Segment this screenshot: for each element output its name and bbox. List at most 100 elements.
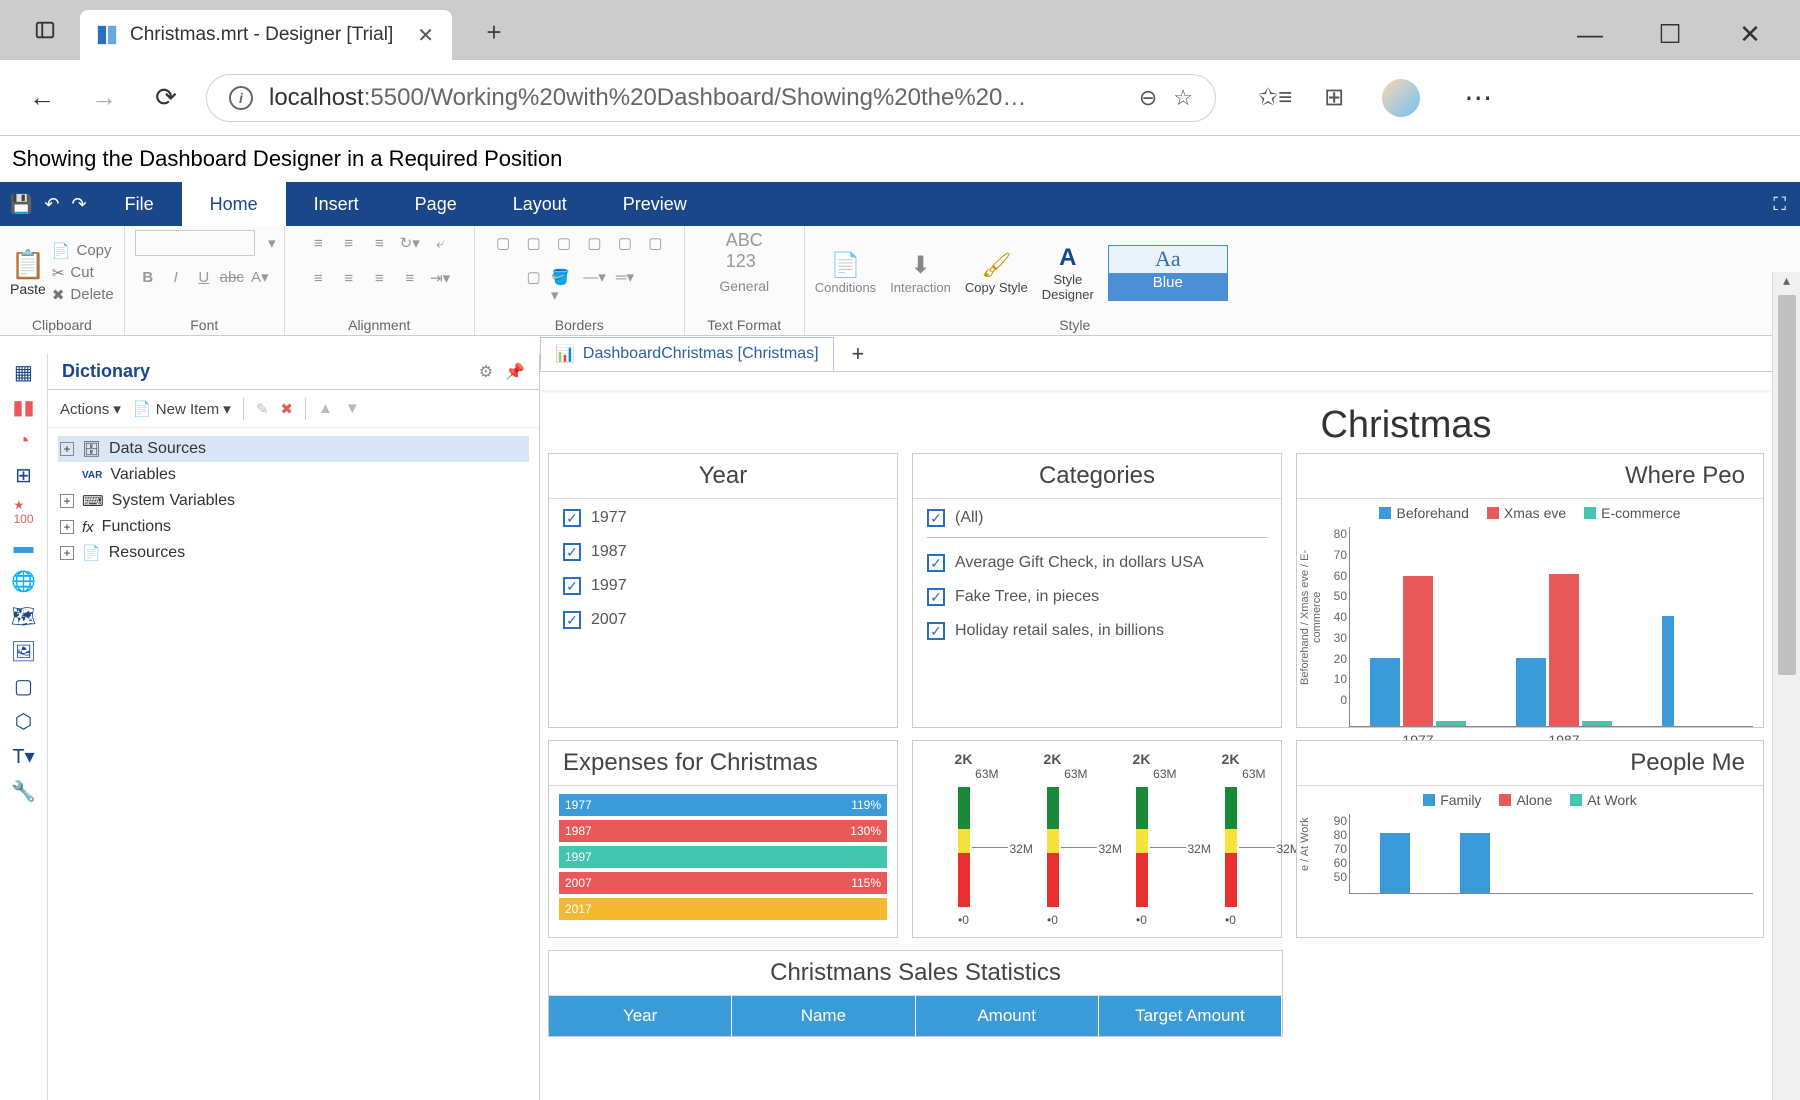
indicator-tool-icon[interactable]: ★100 (13, 498, 33, 526)
pivot-tool-icon[interactable]: ⊞ (15, 463, 32, 488)
categories-tile[interactable]: Categories ✓(All) ✓Average Gift Check, i… (912, 453, 1282, 728)
border-right-button[interactable]: ▢ (612, 230, 638, 256)
ribbon-tab-layout[interactable]: Layout (485, 182, 595, 226)
align-top-button[interactable]: ≡ (305, 231, 331, 257)
align-center-button[interactable]: ≡ (336, 265, 362, 291)
back-button[interactable]: ← (20, 76, 64, 120)
new-item-dropdown[interactable]: 📄 New Item ▾ (133, 400, 231, 418)
border-all-button[interactable]: ▢ (490, 230, 516, 256)
image-tool-icon[interactable]: 🖼 (11, 639, 36, 664)
expenses-tile[interactable]: Expenses for Christmas 1977119% 1987130%… (548, 740, 898, 938)
browser-tab-active[interactable]: Christmas.mrt - Designer [Trial] ✕ (80, 10, 452, 60)
move-up-icon[interactable]: ▲ (318, 400, 333, 417)
chart-tool-icon[interactable]: ▮▮ (12, 395, 34, 420)
cat-giftcheck[interactable]: ✓Average Gift Check, in dollars USA (927, 554, 1267, 572)
forward-button[interactable]: → (82, 76, 126, 120)
stats-tile[interactable]: Christmans Sales Statistics YearNameAmou… (548, 950, 1283, 1037)
favorite-icon[interactable]: ☆ (1173, 85, 1193, 111)
gauge-tool-icon[interactable]: ◔ (17, 430, 29, 453)
dictionary-settings-icon[interactable]: ⚙ (479, 362, 493, 382)
align-middle-button[interactable]: ≡ (336, 231, 362, 257)
redo-icon[interactable]: ↷ (72, 194, 87, 215)
dictionary-pin-icon[interactable]: 📌 (505, 362, 525, 382)
cat-faketree[interactable]: ✓Fake Tree, in pieces (927, 588, 1267, 606)
gauges-tile[interactable]: 2K63M32M•0 2K63M32M•0 2K63M32M•0 2K63M32… (912, 740, 1282, 938)
fill-color-button[interactable]: 🪣▾ (551, 273, 577, 299)
fullscreen-icon[interactable]: ⛶ (1759, 182, 1800, 226)
indent-button[interactable]: ⇥▾ (427, 265, 453, 291)
close-window-button[interactable]: ✕ (1732, 19, 1768, 50)
delete-button[interactable]: ✖ Delete (52, 286, 114, 304)
address-bar[interactable]: i localhost:5500/Working%20with%20Dashbo… (206, 74, 1216, 122)
tab-overview-button[interactable] (20, 7, 70, 53)
where-people-tile[interactable]: Where Peo Beforehand Xmas eve E-commerce… (1296, 453, 1764, 728)
panel-tool-icon[interactable]: ▢ (14, 674, 33, 699)
remove-icon[interactable]: ✖ (280, 400, 293, 418)
conditions-button[interactable]: 📄Conditions (815, 251, 876, 295)
ribbon-tab-home[interactable]: Home (182, 182, 286, 226)
year-item-1977[interactable]: ✓1977 (563, 509, 883, 527)
settings-tool-icon[interactable]: 🔧 (11, 779, 36, 804)
cat-all[interactable]: ✓(All) (927, 509, 1267, 538)
align-bottom-button[interactable]: ≡ (366, 231, 392, 257)
strikethrough-button[interactable]: abc (219, 264, 245, 290)
table-tool-icon[interactable]: ▦ (14, 360, 33, 385)
profile-avatar[interactable] (1382, 79, 1420, 117)
text-tool-icon[interactable]: T▾ (12, 744, 34, 769)
border-none-button[interactable]: ▢ (521, 230, 547, 256)
font-color-button[interactable]: A▾ (247, 264, 273, 290)
tree-variables[interactable]: VARVariables (58, 462, 529, 488)
paste-button[interactable]: 📋 Paste (10, 248, 46, 297)
font-family-select[interactable] (135, 230, 255, 256)
undo-icon[interactable]: ↶ (44, 194, 59, 215)
year-item-1987[interactable]: ✓1987 (563, 543, 883, 561)
move-down-icon[interactable]: ▼ (345, 400, 360, 417)
progress-tool-icon[interactable]: ▬ (14, 536, 34, 559)
ribbon-tab-page[interactable]: Page (387, 182, 485, 226)
zoom-out-icon[interactable]: ⊖ (1139, 85, 1157, 111)
ribbon-tab-insert[interactable]: Insert (286, 182, 387, 226)
border-weight-button[interactable]: ═▾ (612, 264, 638, 290)
cut-button[interactable]: ✂ Cut (52, 264, 114, 282)
border-style-button[interactable]: —▾ (581, 264, 607, 290)
year-tile[interactable]: Year ✓1977 ✓1987 ✓1997 ✓2007 (548, 453, 898, 728)
bold-button[interactable]: B (135, 264, 161, 290)
underline-button[interactable]: U (191, 264, 217, 290)
wrap-button[interactable]: ⤶ (427, 231, 453, 257)
border-top-button[interactable]: ▢ (581, 230, 607, 256)
close-tab-icon[interactable]: ✕ (417, 23, 434, 48)
italic-button[interactable]: I (163, 264, 189, 290)
text-format-general[interactable]: General (719, 278, 769, 294)
align-left-button[interactable]: ≡ (305, 265, 331, 291)
people-tile[interactable]: People Me Family Alone At Work e / At Wo… (1296, 740, 1764, 938)
document-tab-active[interactable]: 📊 DashboardChristmas [Christmas] (540, 337, 834, 370)
vertical-scrollbar[interactable]: ▴ (1772, 272, 1800, 1100)
actions-dropdown[interactable]: Actions ▾ (60, 400, 121, 418)
tree-resources[interactable]: +📄Resources (58, 540, 529, 566)
fill-button[interactable]: ▢ (521, 264, 547, 290)
style-theme-selector[interactable]: Aa Blue (1108, 245, 1228, 301)
tree-functions[interactable]: +fxFunctions (58, 514, 529, 540)
copy-button[interactable]: 📄 Copy (52, 242, 114, 260)
tree-system-variables[interactable]: +⌨System Variables (58, 488, 529, 514)
interaction-button[interactable]: ⬇Interaction (890, 251, 951, 295)
year-item-1997[interactable]: ✓1997 (563, 577, 883, 595)
new-tab-button[interactable]: + (474, 17, 514, 48)
dashboard-canvas[interactable]: Christmas Year ✓1977 ✓1987 ✓1997 ✓2007 C… (540, 390, 1772, 1100)
border-bottom-button[interactable]: ▢ (642, 230, 668, 256)
edit-icon[interactable]: ✎ (256, 400, 269, 418)
shape-tool-icon[interactable]: ⬡ (15, 709, 32, 734)
collections-icon[interactable]: ⊞ (1324, 83, 1344, 112)
ribbon-tab-preview[interactable]: Preview (595, 182, 715, 226)
refresh-button[interactable]: ⟳ (144, 76, 188, 120)
browser-menu-icon[interactable]: ⋯ (1458, 81, 1498, 114)
align-justify-button[interactable]: ≡ (397, 265, 423, 291)
maximize-button[interactable]: ☐ (1652, 19, 1688, 50)
year-item-2007[interactable]: ✓2007 (563, 611, 883, 629)
border-left-button[interactable]: ▢ (551, 230, 577, 256)
online-map-tool-icon[interactable]: 🗺 (11, 604, 36, 629)
cat-retailsales[interactable]: ✓Holiday retail sales, in billions (927, 622, 1267, 640)
rotate-button[interactable]: ↻▾ (397, 230, 423, 256)
favorites-list-icon[interactable]: ✩≡ (1258, 83, 1292, 112)
ribbon-tab-file[interactable]: File (97, 182, 182, 226)
